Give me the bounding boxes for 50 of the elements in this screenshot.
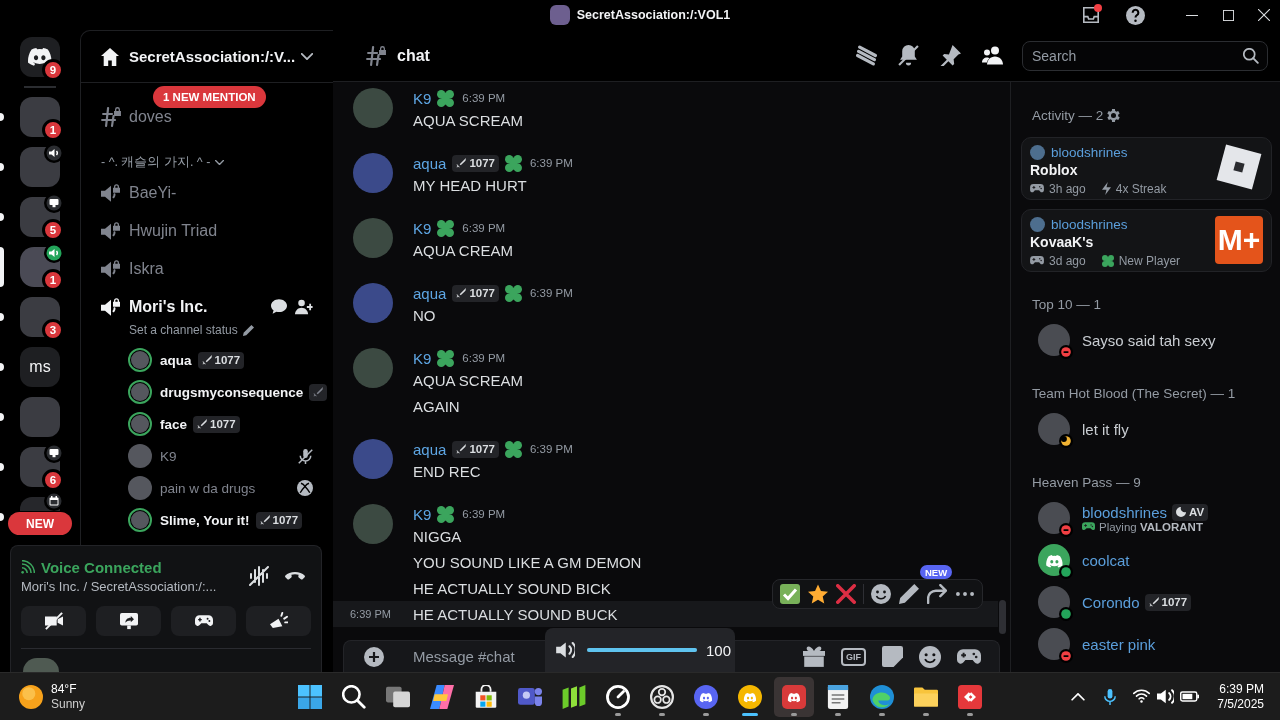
notification-badge: 5: [42, 219, 64, 241]
activity-detail: 4x Streak: [1115, 181, 1167, 196]
activity-detail: New Player: [1118, 253, 1181, 268]
message-time: 6:39 PM: [462, 352, 506, 364]
message-text: AQUA SCREAM: [413, 111, 524, 129]
guild-tag-text: 1077: [1161, 596, 1188, 608]
new-badge: NEW: [920, 565, 953, 579]
message-time: 6:39 PM: [529, 443, 573, 455]
volume-reading: 100: [706, 641, 732, 659]
message-text: AQUA SCREAM: [413, 371, 524, 389]
message-text: MY HEAD HURT: [413, 176, 527, 194]
guild-tag-text: 1077: [469, 287, 495, 299]
message-text: END REC: [413, 462, 481, 480]
message-text: YOU SOUND LIKE A GM DEMON: [413, 553, 642, 571]
game-logo: M+: [1215, 216, 1263, 264]
notification-badge: 3: [42, 319, 64, 341]
activity-heading: Activity — 2: [1032, 107, 1104, 123]
guild-tag-text: AV: [1189, 506, 1205, 518]
message-text: HE ACTUALLY SOUND BICK: [413, 579, 611, 597]
notification-badge: 1: [42, 269, 64, 291]
message-text: AQUA CREAM: [413, 241, 514, 259]
message-text: AGAIN: [413, 397, 460, 415]
message-time: 6:39 PM: [529, 287, 573, 299]
message-time: 6:39 PM: [462, 222, 506, 234]
member-group-heading: Team Hot Blood (The Secret) — 1: [1032, 385, 1236, 401]
message-text: NIGGA: [413, 527, 462, 545]
message-text: HE ACTUALLY SOUND BUCK: [413, 605, 618, 623]
member-group-heading: Heaven Pass — 9: [1032, 474, 1141, 490]
message-time: 6:39 PM: [462, 92, 506, 104]
activity-time: 3h ago: [1049, 181, 1086, 196]
channel-name: chat: [397, 46, 430, 65]
voice-status: Voice Connected: [41, 558, 162, 576]
notification-badge: 1: [42, 119, 64, 141]
guild-tag-text: 1077: [469, 443, 495, 455]
message-text: NO: [413, 306, 436, 324]
message-time: 6:39 PM: [349, 608, 391, 620]
guild-tag-text: 1077: [210, 418, 236, 430]
member-activity: Playing VALORANT: [1099, 520, 1203, 533]
notification-badge: 6: [42, 469, 64, 491]
guild-tag-text: 1077: [214, 354, 241, 366]
notification-badge: 9: [42, 59, 64, 81]
game-name: Roblox: [1030, 161, 1079, 180]
guild-tag-text: 1077: [272, 514, 299, 526]
activity-time: 3d ago: [1049, 253, 1086, 268]
game-name: KovaaK's: [1030, 233, 1095, 252]
guild-tag-text: 1077: [469, 157, 495, 169]
member-group-heading: Top 10 — 1: [1032, 296, 1102, 312]
message-time: 6:39 PM: [529, 157, 573, 169]
window-title: SecretAssociation:/:VOL1: [576, 8, 731, 22]
message-time: 6:39 PM: [462, 508, 506, 520]
